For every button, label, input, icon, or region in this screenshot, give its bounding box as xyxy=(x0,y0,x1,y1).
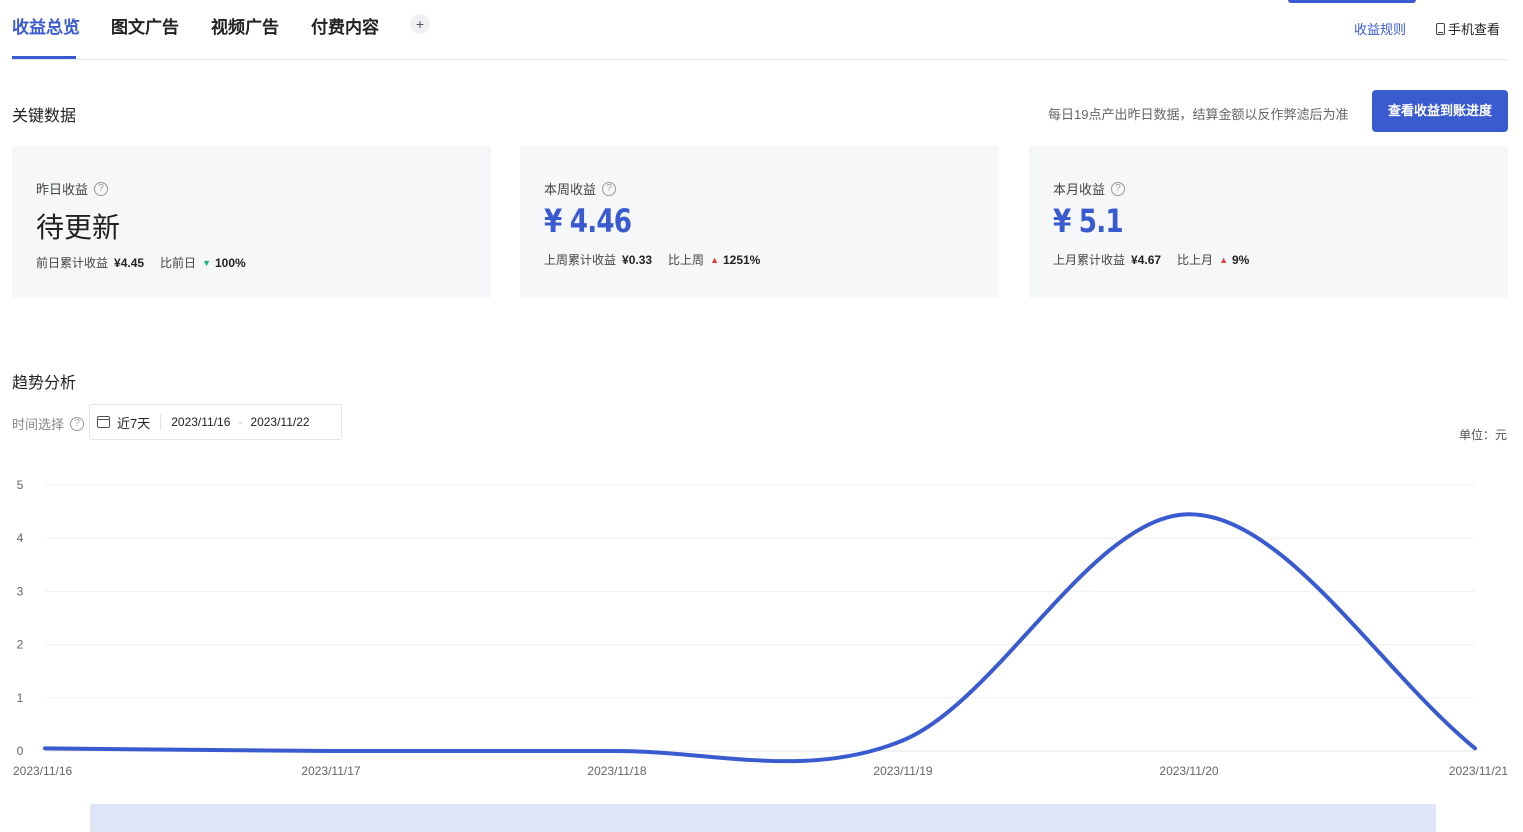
prev-total-value: ¥0.33 xyxy=(622,252,653,267)
prev-total-label: 上月累计收益 xyxy=(1053,253,1126,267)
help-icon[interactable]: ? xyxy=(1111,181,1126,196)
card-sub-row: 上月累计收益 ¥4.67 比上月 ▲ 9% xyxy=(1053,251,1249,268)
end-date[interactable]: 2023/11/22 xyxy=(250,415,309,429)
compare-label: 比上月 xyxy=(1177,253,1214,267)
x-tick-label: 2023/11/19 xyxy=(873,764,932,778)
top-tabs: 收益总览 图文广告 视频广告 付费内容 + xyxy=(12,0,1508,60)
trend-down-icon: ▼ xyxy=(202,257,211,268)
unit-label: 单位：元 xyxy=(1459,428,1508,442)
tab-paid-content[interactable]: 付费内容 xyxy=(311,13,379,38)
y-tick-label: 0 xyxy=(17,744,24,758)
compare-label: 比上周 xyxy=(668,253,705,267)
trend-up-icon: ▲ xyxy=(710,254,719,265)
data-update-note: 每日19点产出昨日数据，结算金额以反作弊滤后为准 xyxy=(1048,107,1349,122)
x-tick-label: 2023/11/20 xyxy=(1159,764,1218,778)
range-preset[interactable]: 近7天 xyxy=(117,413,150,432)
card-label: 昨日收益 xyxy=(36,182,89,197)
add-tab-button[interactable]: + xyxy=(410,14,430,34)
card-sub-row: 上周累计收益 ¥0.33 比上周 ▲ 1251% xyxy=(544,251,760,268)
card-value: 待更新 xyxy=(36,212,121,243)
revenue-series-line xyxy=(43,512,1477,764)
tab-overview[interactable]: 收益总览 xyxy=(12,13,80,38)
compare-value: 100% xyxy=(214,255,246,270)
date-range-picker[interactable]: 近7天 2023/11/16 - 2023/11/22 xyxy=(89,404,342,440)
card-value: ¥ 4.46 xyxy=(544,202,632,240)
help-icon[interactable]: ? xyxy=(602,181,617,196)
x-tick-label: 2023/11/17 xyxy=(301,764,360,778)
prev-total-value: ¥4.45 xyxy=(114,255,145,270)
yesterday-revenue-card: 昨日收益 ? 待更新 前日累计收益 ¥4.45 比前日 ▼ 100% xyxy=(12,146,491,298)
mobile-view-label: 手机查看 xyxy=(1448,22,1501,37)
trend-line-chart: 0 1 2 3 4 5 2023/11/16 2023/11/17 2023/11/18 2023… xyxy=(13,478,1508,778)
card-sub-row: 前日累计收益 ¥4.45 比前日 ▼ 100% xyxy=(36,254,246,271)
key-data-title: 关键数据 xyxy=(12,108,77,125)
active-tab-underline xyxy=(12,56,76,59)
y-tick-label: 3 xyxy=(17,584,24,598)
x-tick-label: 2023/11/21 xyxy=(1449,764,1508,778)
prev-total-value: ¥4.67 xyxy=(1131,252,1162,267)
tab-video-ads[interactable]: 视频广告 xyxy=(211,13,279,38)
y-tick-label: 4 xyxy=(17,531,24,545)
help-icon[interactable]: ? xyxy=(94,181,109,196)
month-revenue-card: 本月收益 ? ¥ 5.1 上月累计收益 ¥4.67 比上月 ▲ 9% xyxy=(1029,146,1508,298)
x-tick-label: 2023/11/16 xyxy=(13,764,72,778)
compare-value: 9% xyxy=(1231,252,1250,267)
chart-zoom-slider[interactable] xyxy=(90,804,1436,832)
card-value: ¥ 5.1 xyxy=(1053,202,1124,240)
view-payout-progress-button[interactable]: 查看收益到账进度 xyxy=(1372,90,1508,132)
x-tick-label: 2023/11/18 xyxy=(587,764,646,778)
compare-value: 1251% xyxy=(722,252,761,267)
tab-image-text-ads[interactable]: 图文广告 xyxy=(111,13,179,38)
y-tick-label: 1 xyxy=(17,691,24,705)
revenue-rules-link[interactable]: 收益规则 xyxy=(1354,19,1406,38)
time-select-label: 时间选择 xyxy=(12,417,65,432)
start-date[interactable]: 2023/11/16 xyxy=(171,415,230,429)
card-label: 本月收益 xyxy=(1053,182,1106,197)
y-tick-label: 5 xyxy=(17,478,24,492)
prev-total-label: 前日累计收益 xyxy=(36,256,109,270)
trend-up-icon: ▲ xyxy=(1219,254,1228,265)
compare-label: 比前日 xyxy=(160,256,197,270)
phone-icon xyxy=(1436,22,1445,35)
range-separator: - xyxy=(238,415,243,429)
prev-total-label: 上周累计收益 xyxy=(544,253,617,267)
y-tick-label: 2 xyxy=(17,638,24,652)
card-label-wrap: 本月收益 ? xyxy=(1053,179,1126,198)
picker-divider xyxy=(160,414,162,430)
time-select-label-wrap: 时间选择 ? xyxy=(12,414,85,433)
card-label: 本周收益 xyxy=(544,182,597,197)
mobile-view-link[interactable]: 手机查看 xyxy=(1436,19,1500,38)
calendar-icon xyxy=(97,416,110,428)
card-label-wrap: 本周收益 ? xyxy=(544,179,617,198)
help-icon[interactable]: ? xyxy=(70,416,85,431)
card-label-wrap: 昨日收益 ? xyxy=(36,179,109,198)
week-revenue-card: 本周收益 ? ¥ 4.46 上周累计收益 ¥0.33 比上周 ▲ 1251% xyxy=(520,146,999,298)
trend-title: 趋势分析 xyxy=(12,375,77,392)
tooltip-indicator xyxy=(1288,0,1416,3)
